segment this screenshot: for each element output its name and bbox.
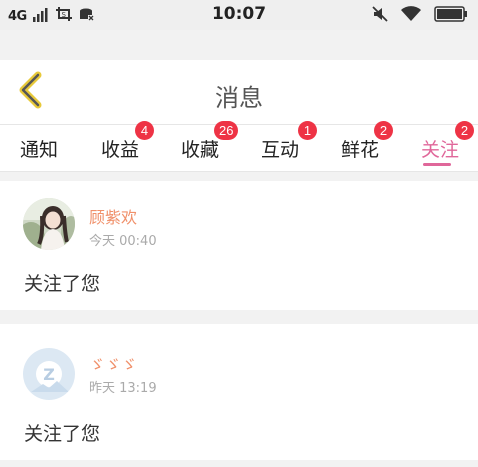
username[interactable]: 顾紫欢 (89, 204, 137, 228)
notification-item[interactable]: Z ゞゞゞ 昨天 13:19 关注了您 (0, 324, 478, 460)
tab-label: 关注 (421, 139, 460, 161)
tab-notifications[interactable]: 通知 (20, 135, 58, 162)
user-avatar[interactable]: Z (23, 348, 75, 400)
status-right (372, 6, 468, 26)
tab-label: 鲜花 (341, 139, 380, 161)
battery-icon (434, 6, 468, 26)
mute-icon (372, 6, 388, 26)
timestamp: 今天 00:40 (89, 234, 157, 249)
tab-favorites[interactable]: 收藏 26 (181, 121, 239, 162)
page-title: 消息 (215, 84, 263, 112)
unread-badge: 2 (455, 121, 474, 140)
tab-interactions[interactable]: 互动 1 (261, 121, 317, 162)
svg-text:Z: Z (43, 365, 55, 384)
unread-badge: 2 (374, 121, 393, 140)
notification-text: 关注了您 (24, 423, 101, 445)
active-tab-indicator (423, 163, 451, 166)
tab-label: 通知 (20, 139, 59, 161)
unread-badge: 1 (298, 121, 317, 140)
unread-badge: 4 (135, 121, 154, 140)
user-avatar[interactable] (23, 198, 75, 250)
header: 消息 (0, 60, 478, 124)
tab-label: 互动 (261, 139, 300, 161)
notification-item[interactable]: 顾紫欢 今天 00:40 关注了您 (0, 181, 478, 310)
username[interactable]: ゞゞゞ (89, 351, 137, 375)
timestamp: 昨天 13:19 (89, 381, 157, 396)
tab-bar: 通知 收益 4 收藏 26 互动 1 鲜花 2 关注 2 (0, 121, 478, 172)
tab-earnings[interactable]: 收益 4 (101, 121, 154, 162)
tab-flowers[interactable]: 鲜花 2 (341, 121, 393, 162)
status-bar: 4G S 10:07 (0, 0, 478, 30)
status-spacer (0, 30, 478, 60)
tab-follows[interactable]: 关注 2 (421, 121, 474, 166)
unread-badge: 26 (214, 121, 239, 140)
tab-label: 收益 (101, 139, 140, 161)
notification-text: 关注了您 (24, 273, 101, 295)
tab-label: 收藏 (181, 139, 220, 161)
wifi-icon (400, 6, 422, 26)
